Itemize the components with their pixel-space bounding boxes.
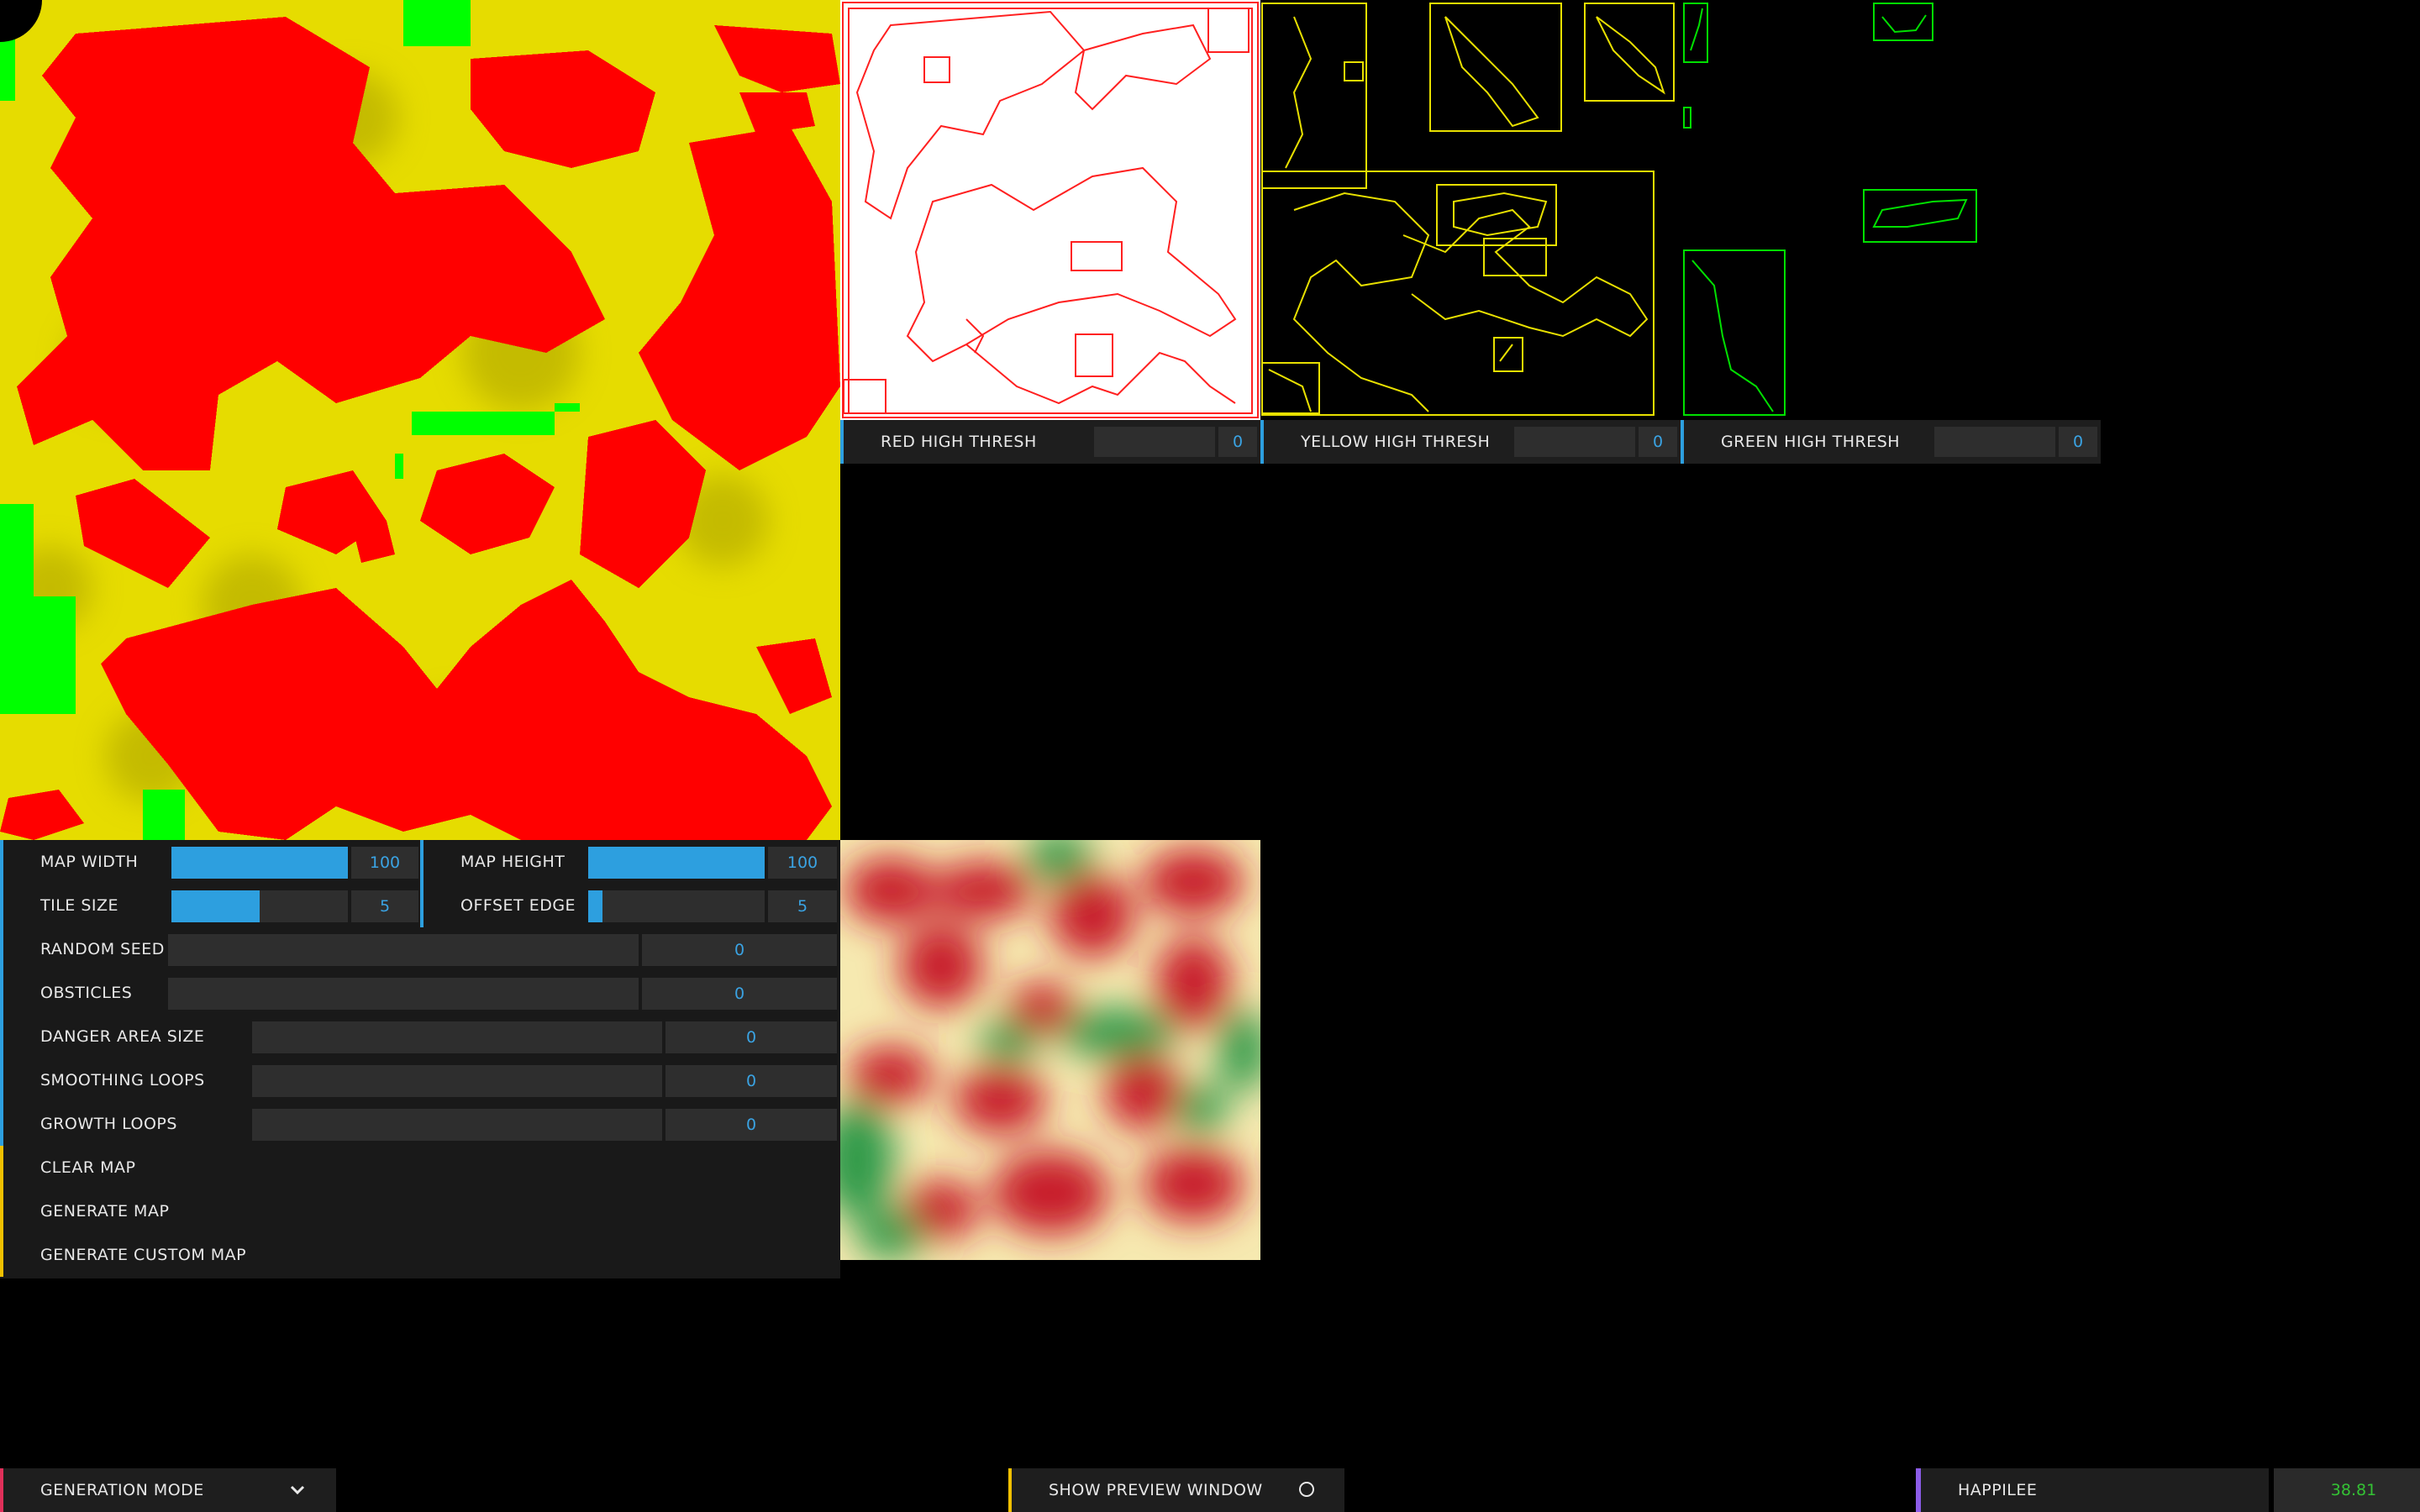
yellow-contour-preview xyxy=(1260,0,1681,420)
generate-custom-map-label: GENERATE CUSTOM MAP xyxy=(40,1246,247,1264)
yellow-high-thresh-value[interactable]: 0 xyxy=(1639,427,1677,457)
red-high-thresh-label: RED HIGH THRESH xyxy=(881,433,1037,451)
tile-size-label: TILE SIZE xyxy=(40,896,119,915)
map-height-slider[interactable] xyxy=(588,847,765,879)
smoothing-loops-value[interactable]: 0 xyxy=(666,1065,837,1097)
map-width-slider-fill xyxy=(171,847,348,879)
random-seed-label: RANDOM SEED xyxy=(40,940,165,958)
clear-map-label: CLEAR MAP xyxy=(40,1158,136,1177)
danger-area-size-slider[interactable] xyxy=(252,1021,662,1053)
tile-size-slider-fill xyxy=(171,890,260,922)
smoothing-loops-label: SMOOTHING LOOPS xyxy=(40,1071,205,1089)
map-height-slider-fill xyxy=(588,847,765,879)
random-seed-slider[interactable] xyxy=(168,934,639,966)
noise-heatmap-preview xyxy=(840,840,1260,1260)
map-width-label: MAP WIDTH xyxy=(40,853,139,871)
offset-edge-slider[interactable] xyxy=(588,890,765,922)
red-contour-preview xyxy=(840,0,1260,420)
map-size-row: MAP WIDTH 100 MAP HEIGHT 100 xyxy=(0,840,840,884)
obstacles-value[interactable]: 0 xyxy=(642,978,837,1010)
yellow-high-thresh-slider[interactable] xyxy=(1514,427,1635,457)
radio-toggle-icon[interactable] xyxy=(1299,1482,1314,1497)
tile-size-control[interactable]: TILE SIZE 5 xyxy=(0,884,420,927)
growth-loops-control[interactable]: GROWTH LOOPS 0 xyxy=(0,1102,840,1146)
danger-area-size-control[interactable]: DANGER AREA SIZE 0 xyxy=(0,1015,840,1058)
tile-offset-row: TILE SIZE 5 OFFSET EDGE 5 xyxy=(0,884,840,927)
map-width-slider[interactable] xyxy=(171,847,348,879)
generation-mode-label: GENERATION MODE xyxy=(40,1481,204,1499)
happilee-value: 38.81 xyxy=(2274,1468,2420,1512)
offset-edge-control[interactable]: OFFSET EDGE 5 xyxy=(420,884,840,927)
random-seed-control[interactable]: RANDOM SEED 0 xyxy=(0,927,840,971)
yellow-high-thresh-row[interactable]: YELLOW HIGH THRESH 0 xyxy=(1260,420,1681,464)
danger-area-size-value[interactable]: 0 xyxy=(666,1021,837,1053)
generation-mode-dropdown[interactable]: GENERATION MODE xyxy=(0,1468,336,1512)
map-height-control[interactable]: MAP HEIGHT 100 xyxy=(420,840,840,884)
tile-size-slider[interactable] xyxy=(171,890,348,922)
red-high-thresh-row[interactable]: RED HIGH THRESH 0 xyxy=(840,420,1260,464)
happilee-label: HAPPILEE xyxy=(1958,1481,2038,1499)
growth-loops-value[interactable]: 0 xyxy=(666,1109,837,1141)
clear-map-button[interactable]: CLEAR MAP xyxy=(0,1146,840,1189)
obstacles-control[interactable]: OBSTICLES 0 xyxy=(0,971,840,1015)
show-preview-window-toggle[interactable]: SHOW PREVIEW WINDOW xyxy=(1008,1468,1344,1512)
smoothing-loops-control[interactable]: SMOOTHING LOOPS 0 xyxy=(0,1058,840,1102)
tile-size-value[interactable]: 5 xyxy=(351,890,418,922)
generation-controls-panel: MAP WIDTH 100 MAP HEIGHT 100 TILE SIZE 5… xyxy=(0,840,840,1278)
obstacles-label: OBSTICLES xyxy=(40,984,133,1002)
tile-map-view[interactable] xyxy=(0,0,840,840)
offset-edge-value[interactable]: 5 xyxy=(768,890,837,922)
generate-map-button[interactable]: GENERATE MAP xyxy=(0,1189,840,1233)
growth-loops-slider[interactable] xyxy=(252,1109,662,1141)
show-preview-window-label: SHOW PREVIEW WINDOW xyxy=(1049,1481,1263,1499)
red-high-thresh-value[interactable]: 0 xyxy=(1218,427,1257,457)
map-width-control[interactable]: MAP WIDTH 100 xyxy=(0,840,420,884)
map-height-value[interactable]: 100 xyxy=(768,847,837,879)
generate-custom-map-button[interactable]: GENERATE CUSTOM MAP xyxy=(0,1233,840,1277)
offset-edge-label: OFFSET EDGE xyxy=(460,896,576,915)
green-high-thresh-slider[interactable] xyxy=(1934,427,2055,457)
generate-map-label: GENERATE MAP xyxy=(40,1202,170,1221)
green-high-thresh-value[interactable]: 0 xyxy=(2059,427,2097,457)
red-high-thresh-slider[interactable] xyxy=(1094,427,1215,457)
green-high-thresh-row[interactable]: GREEN HIGH THRESH 0 xyxy=(1681,420,2101,464)
map-width-value[interactable]: 100 xyxy=(351,847,418,879)
random-seed-value[interactable]: 0 xyxy=(642,934,837,966)
smoothing-loops-slider[interactable] xyxy=(252,1065,662,1097)
happilee-stat: HAPPILEE 38.81 xyxy=(1916,1468,2420,1512)
chevron-down-icon[interactable] xyxy=(289,1482,306,1499)
map-height-label: MAP HEIGHT xyxy=(460,853,566,871)
growth-loops-label: GROWTH LOOPS xyxy=(40,1115,177,1133)
danger-area-size-label: DANGER AREA SIZE xyxy=(40,1027,205,1046)
green-contour-preview xyxy=(1681,0,2101,420)
offset-edge-slider-fill xyxy=(588,890,602,922)
green-high-thresh-label: GREEN HIGH THRESH xyxy=(1721,433,1901,451)
obstacles-slider[interactable] xyxy=(168,978,639,1010)
yellow-high-thresh-label: YELLOW HIGH THRESH xyxy=(1301,433,1491,451)
